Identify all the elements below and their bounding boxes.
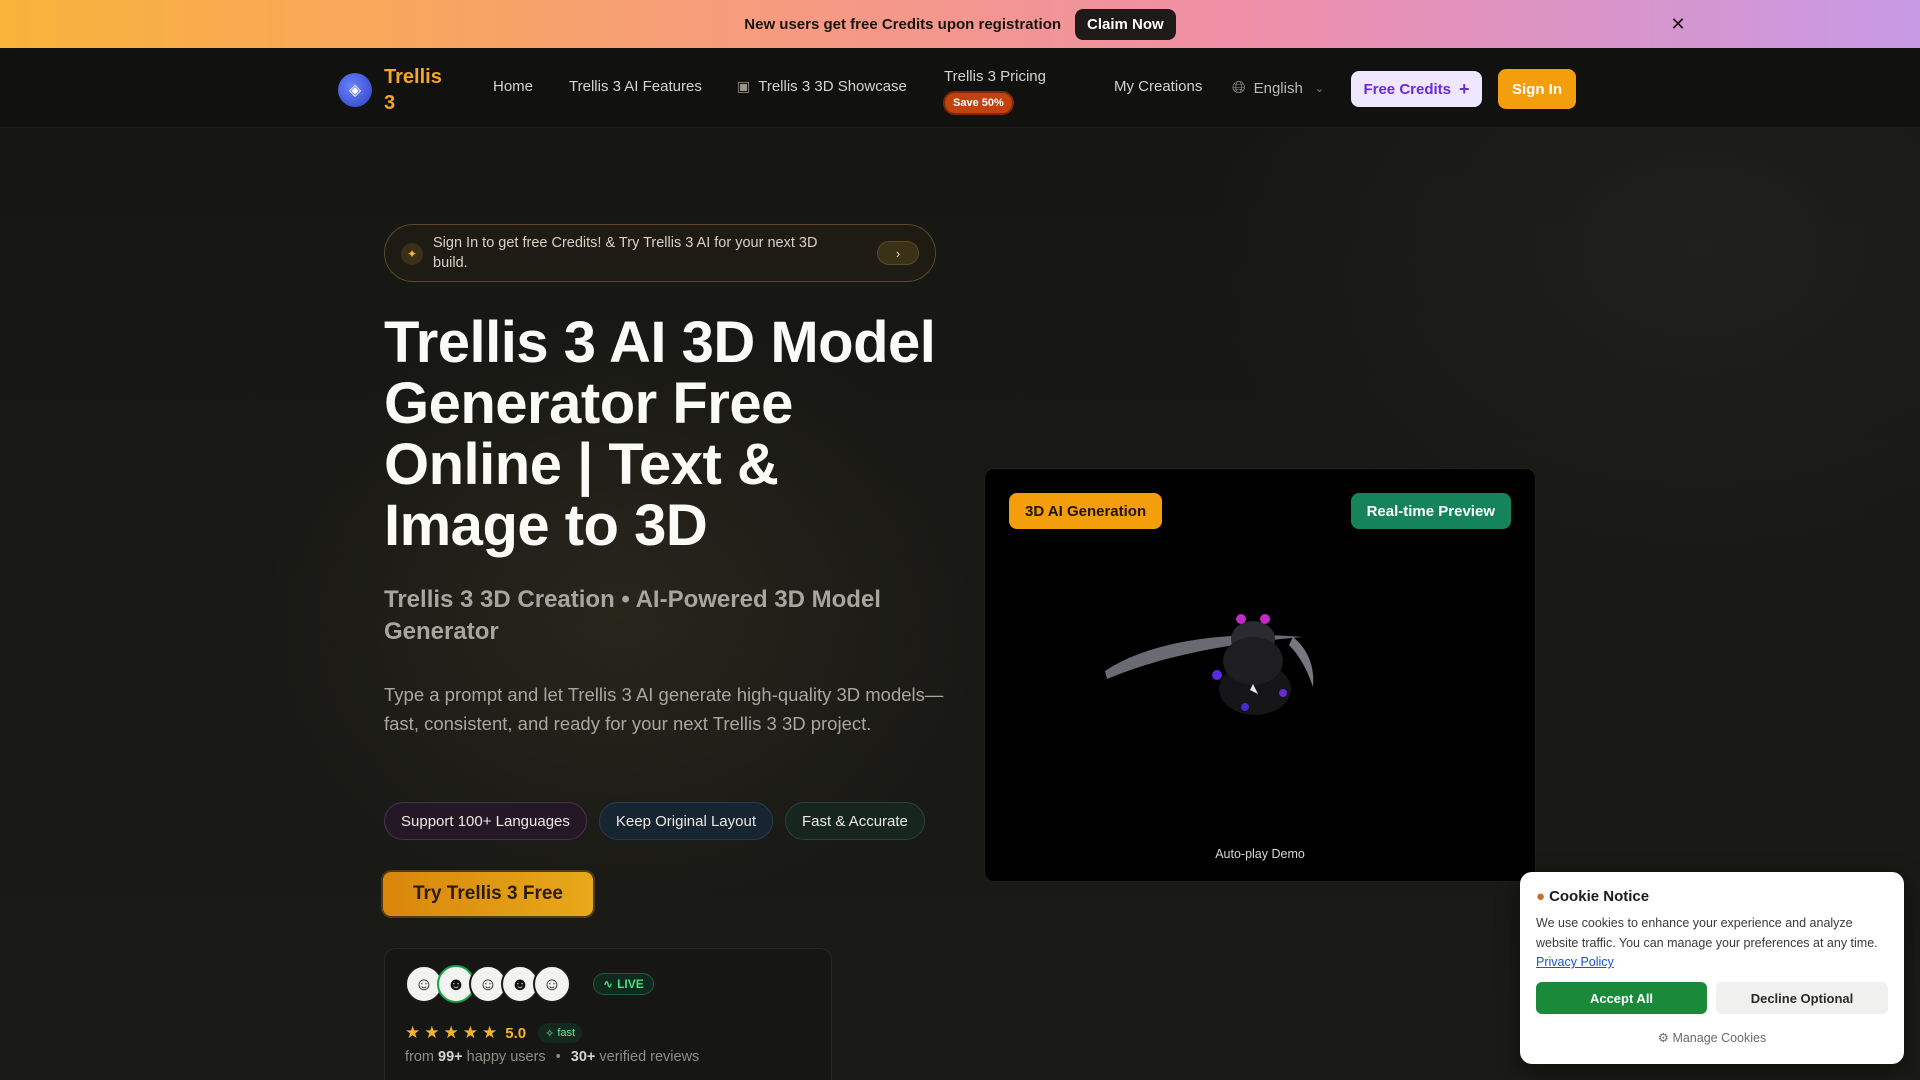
reviews-count: 30+ bbox=[570, 1049, 596, 1065]
sign-in-button[interactable]: Sign In bbox=[1498, 69, 1576, 109]
live-badge: ∿ LIVE bbox=[593, 973, 654, 995]
logo-text: Trellis 3 bbox=[384, 66, 442, 114]
nav-showcase[interactable]: ▣ Trellis 3 3D Showcase bbox=[737, 78, 907, 95]
cookie-icon: ● bbox=[1536, 888, 1546, 905]
star-icon: ★ bbox=[424, 1023, 440, 1042]
logo[interactable]: ◈ Trellis 3 bbox=[338, 64, 454, 116]
cookie-body: We use cookies to enhance your experienc… bbox=[1536, 916, 1878, 950]
decline-optional-button[interactable]: Decline Optional bbox=[1716, 982, 1888, 1014]
try-free-button[interactable]: Try Trellis 3 Free bbox=[383, 872, 593, 916]
star-icon: ★ bbox=[482, 1023, 498, 1042]
chevron-right-icon[interactable]: › bbox=[877, 241, 919, 265]
3d-model-preview[interactable] bbox=[1103, 589, 1343, 739]
from-label: from bbox=[405, 1049, 434, 1065]
nav-features[interactable]: Trellis 3 AI Features bbox=[569, 78, 702, 95]
plus-icon: + bbox=[1459, 78, 1470, 99]
activity-icon: ∿ bbox=[603, 977, 614, 991]
dot-separator: • bbox=[555, 1049, 561, 1065]
star-icon: ★ bbox=[443, 1023, 459, 1042]
sparkle-icon: ✦ bbox=[401, 243, 423, 265]
nav-pricing-label: Trellis 3 Pricing bbox=[944, 68, 1046, 85]
review-summary: from 99+ happy users • 30+ verified revi… bbox=[405, 1049, 699, 1065]
users-count: 99+ bbox=[438, 1049, 463, 1065]
hero-description: Type a prompt and let Trellis 3 AI gener… bbox=[384, 684, 944, 734]
demo-viewer[interactable]: 3D AI Generation Real-time Preview Auto-… bbox=[984, 468, 1536, 882]
promo-pill[interactable]: ✦ Sign In to get free Credits! & Try Tre… bbox=[384, 224, 936, 282]
nav-home[interactable]: Home bbox=[493, 78, 533, 95]
gear-icon: ⚙ bbox=[1657, 1031, 1669, 1045]
nav-showcase-label: Trellis 3 3D Showcase bbox=[758, 78, 907, 95]
bolt-icon: ✧ bbox=[545, 1027, 555, 1040]
ai-generation-badge: 3D AI Generation bbox=[1009, 493, 1163, 529]
social-proof-card: ☺ ☻ ☺ ☻ ☺ ∿ LIVE ★ ★ ★ ★ ★ 5.0 ✧ fast fr… bbox=[384, 948, 832, 1080]
reviews-text: 30+ verified reviews bbox=[571, 1049, 700, 1065]
privacy-policy-link[interactable]: Privacy Policy bbox=[1536, 955, 1614, 969]
manage-cookies-label: Manage Cookies bbox=[1672, 1031, 1767, 1045]
free-credits-label: Free Credits bbox=[1363, 80, 1452, 98]
avatar: ☺ bbox=[533, 965, 571, 1003]
tag-fast: Fast & Accurate bbox=[785, 802, 925, 840]
star-icon: ★ bbox=[462, 1023, 478, 1042]
nav-my-creations[interactable]: My Creations bbox=[1114, 78, 1202, 95]
tag-languages: Support 100+ Languages bbox=[384, 802, 587, 840]
promo-banner: New users get free Credits upon registra… bbox=[0, 0, 1920, 48]
tag-layout: Keep Original Layout bbox=[598, 802, 773, 840]
star-icon: ★ bbox=[405, 1023, 421, 1042]
logo-icon: ◈ bbox=[338, 73, 372, 107]
realtime-preview-badge: Real-time Preview bbox=[1350, 493, 1511, 529]
cookie-notice: ● Cookie Notice We use cookies to enhanc… bbox=[1520, 872, 1904, 1064]
top-nav: ◈ Trellis 3 Home Trellis 3 AI Features ▣… bbox=[0, 48, 1920, 128]
cookie-text: We use cookies to enhance your experienc… bbox=[1536, 914, 1888, 973]
reviews-suffix: verified reviews bbox=[599, 1049, 700, 1065]
manage-cookies-link[interactable]: ⚙ Manage Cookies bbox=[1520, 1030, 1904, 1045]
fast-badge: ✧ fast bbox=[538, 1023, 583, 1043]
chevron-down-icon: ⌄ bbox=[1314, 82, 1325, 95]
rating-value: 5.0 bbox=[505, 1024, 527, 1042]
fast-label: fast bbox=[557, 1027, 576, 1039]
free-credits-button[interactable]: Free Credits + bbox=[1351, 71, 1482, 107]
promo-text: Sign In to get free Credits! & Try Trell… bbox=[433, 235, 818, 271]
users-suffix: happy users bbox=[466, 1049, 546, 1065]
live-label: LIVE bbox=[617, 977, 644, 991]
claim-now-button[interactable]: Claim Now bbox=[1075, 8, 1176, 40]
users-text: from 99+ happy users bbox=[405, 1049, 546, 1065]
language-selector[interactable]: 🌐︎ English ⌄ bbox=[1232, 78, 1324, 98]
close-icon[interactable]: ✕ bbox=[1666, 12, 1690, 36]
demo-caption: Auto-play Demo bbox=[1215, 847, 1305, 861]
feature-tags: Support 100+ Languages Keep Original Lay… bbox=[384, 802, 925, 840]
accept-all-button[interactable]: Accept All bbox=[1536, 982, 1707, 1014]
language-label: English bbox=[1253, 79, 1303, 97]
image-icon: ▣ bbox=[737, 78, 751, 94]
hero-title: Trellis 3 AI 3D Model Generator Free Onl… bbox=[384, 310, 936, 558]
cookie-title-label: Cookie Notice bbox=[1549, 888, 1650, 905]
banner-text: New users get free Credits upon registra… bbox=[744, 15, 1062, 33]
hero-subtitle: Trellis 3 3D Creation • AI-Powered 3D Mo… bbox=[384, 586, 881, 645]
save-badge: Save 50% bbox=[943, 91, 1014, 115]
avatar-group: ☺ ☻ ☺ ☻ ☺ bbox=[405, 965, 571, 1003]
cookie-title: ● Cookie Notice bbox=[1536, 888, 1649, 905]
rating-row: ★ ★ ★ ★ ★ 5.0 ✧ fast bbox=[405, 1023, 583, 1043]
globe-icon: 🌐︎ bbox=[1232, 78, 1246, 97]
nav-pricing[interactable]: Trellis 3 Pricing Save 50% bbox=[943, 68, 1046, 115]
